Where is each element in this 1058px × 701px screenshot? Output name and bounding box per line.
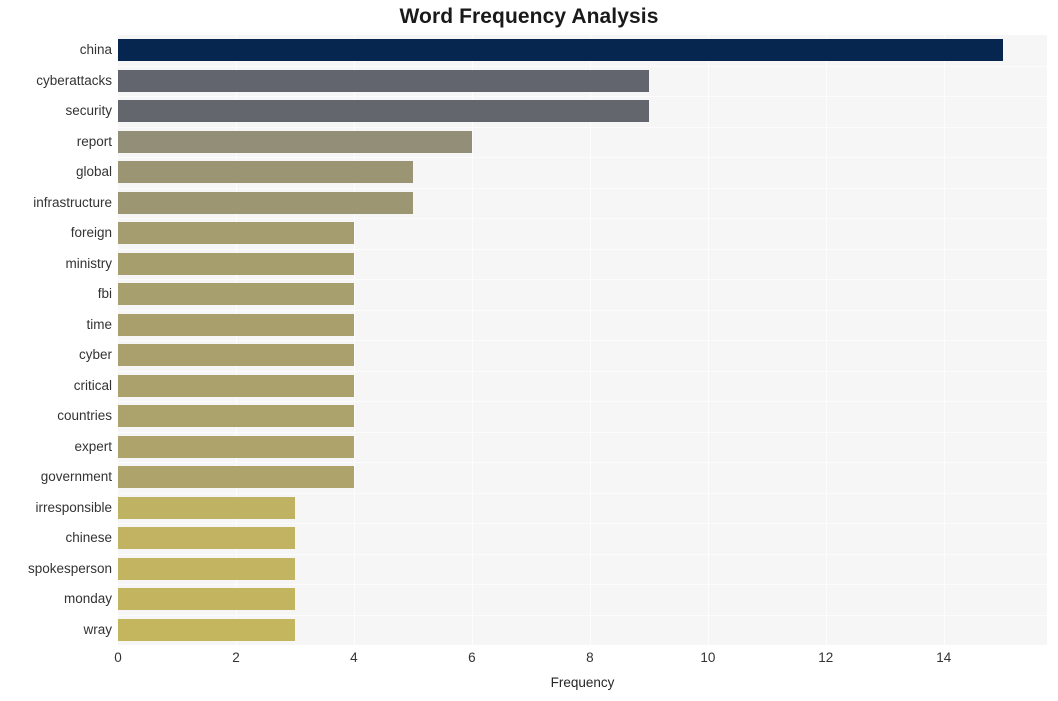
bar [118, 344, 354, 367]
y-axis-tick-label: fbi [97, 286, 112, 302]
x-axis-tick-label: 4 [350, 650, 358, 665]
bar [118, 435, 354, 458]
gridline-horizontal [118, 65, 1047, 67]
bar [118, 466, 354, 489]
x-axis-tick-label: 2 [232, 650, 240, 665]
y-axis-tick-label: report [76, 133, 112, 149]
y-axis-tick-label: china [79, 42, 112, 58]
bar [118, 130, 472, 153]
gridline-horizontal [118, 157, 1047, 158]
x-axis-tick-label: 6 [468, 650, 476, 665]
gridline-horizontal [118, 401, 1047, 402]
y-axis-tick-label: government [40, 469, 112, 485]
y-axis-tick-label: chinese [65, 530, 112, 546]
y-axis-tick-label: expert [74, 438, 112, 454]
bar [118, 557, 295, 580]
bar [118, 496, 295, 519]
y-axis-tick-label: foreign [70, 225, 112, 241]
gridline-horizontal [118, 431, 1047, 433]
gridline-horizontal [118, 187, 1047, 189]
x-axis-tick-label: 0 [114, 650, 122, 665]
bar [118, 374, 354, 397]
y-axis-tick-label: monday [63, 591, 112, 607]
y-axis-tick-label: cyberattacks [36, 72, 112, 88]
y-axis-tick-label: security [65, 103, 112, 119]
word-frequency-chart: Word Frequency Analysis china cyberattack… [0, 0, 1058, 701]
gridline-horizontal [118, 218, 1047, 219]
gridline-horizontal [118, 492, 1047, 494]
bar [118, 313, 354, 336]
gridline-horizontal [118, 96, 1047, 97]
gridline-horizontal [118, 126, 1047, 128]
bar [118, 527, 295, 550]
bar [118, 283, 354, 306]
bar [118, 618, 295, 641]
bar [118, 100, 649, 123]
bar [118, 252, 354, 275]
bar [118, 39, 1003, 62]
x-axis-tick-label: 12 [818, 650, 834, 665]
bar [118, 405, 354, 428]
gridline-horizontal [118, 279, 1047, 280]
bar [118, 161, 413, 184]
y-axis-tick-label: wray [83, 621, 112, 637]
y-axis-tick-label: irresponsible [35, 499, 112, 515]
y-axis-tick-label: time [86, 316, 112, 332]
gridline-horizontal [118, 584, 1047, 585]
gridline-horizontal [118, 248, 1047, 250]
x-axis-tick-label: 8 [586, 650, 594, 665]
bar [118, 588, 295, 611]
y-axis-tick-label: ministry [65, 255, 113, 271]
bar [118, 222, 354, 245]
bar [118, 191, 413, 214]
chart-title: Word Frequency Analysis [399, 5, 659, 28]
x-axis-label: Frequency [550, 675, 615, 690]
gridline-horizontal [118, 370, 1047, 372]
gridline-horizontal [118, 309, 1047, 311]
y-axis-tick-label: critical [73, 377, 112, 393]
gridline-horizontal [118, 553, 1047, 555]
gridline-horizontal [118, 614, 1047, 616]
y-axis-tick-label: spokesperson [27, 560, 112, 576]
y-axis-tick-label: global [75, 164, 112, 180]
x-axis-tick-label: 10 [700, 650, 716, 665]
gridline-horizontal [118, 462, 1047, 463]
plot-area [118, 35, 1047, 645]
y-axis-tick-label: countries [57, 408, 112, 424]
bar [118, 69, 649, 92]
y-axis-tick-label: infrastructure [33, 194, 112, 210]
x-axis-tick-label: 14 [936, 650, 952, 665]
y-axis-tick-label: cyber [78, 347, 112, 363]
gridline-horizontal [118, 340, 1047, 341]
gridline-horizontal [118, 523, 1047, 524]
